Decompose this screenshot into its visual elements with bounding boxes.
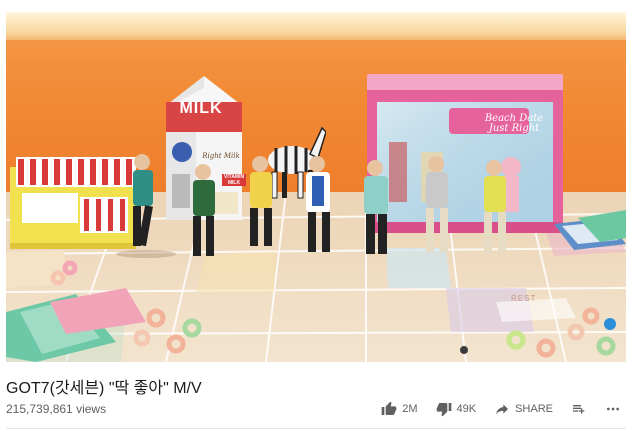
dislike-button[interactable]: 49K [436, 401, 477, 417]
like-count: 2M [402, 403, 418, 415]
share-label: SHARE [515, 403, 553, 415]
foreground-props [6, 210, 626, 362]
more-actions-button[interactable] [605, 401, 621, 417]
more-dots-icon [605, 401, 621, 417]
thumbs-down-icon [436, 401, 452, 417]
thumbs-up-icon [381, 401, 397, 417]
board-rest-label: REST [511, 294, 537, 303]
share-button[interactable]: SHARE [494, 401, 553, 417]
video-title: GOT7(갓세븐) "딱 좋아" M/V [6, 380, 202, 397]
video-actions-bar: 2M 49K SHARE [381, 398, 621, 420]
video-player[interactable]: Beach Date Just Right MILK Right Milk VI… [6, 12, 626, 362]
like-button[interactable]: 2M [381, 401, 418, 417]
section-divider [6, 428, 626, 429]
dislike-count: 49K [456, 403, 477, 415]
share-arrow-icon [494, 401, 510, 417]
video-watch-page: Beach Date Just Right MILK Right Milk VI… [0, 0, 635, 436]
add-to-playlist-icon [571, 401, 587, 417]
save-to-playlist-button[interactable] [571, 401, 587, 417]
view-count: 215,739,861 views [6, 402, 107, 416]
